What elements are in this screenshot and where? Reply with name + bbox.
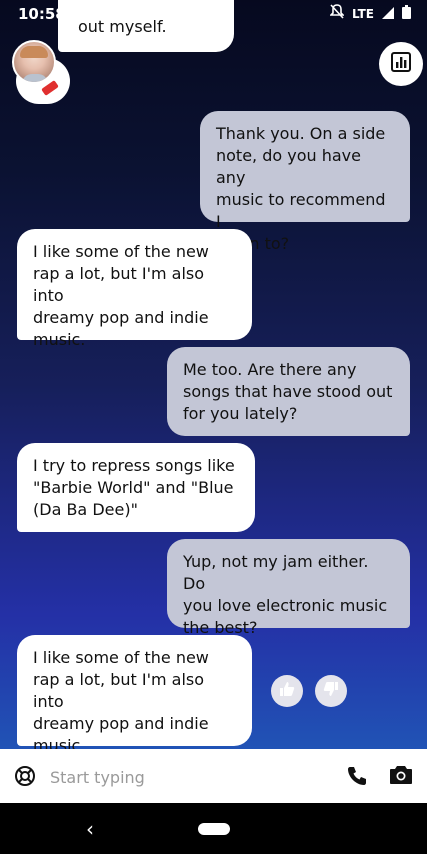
message-bot: I like some of the new rap a lot, but I'… — [17, 229, 252, 349]
app-icon — [118, 3, 132, 22]
message-composer — [0, 749, 427, 803]
lifebuoy-icon[interactable] — [14, 765, 36, 791]
message-text: I try to repress songs like "Barbie Worl… — [33, 456, 235, 519]
stats-button[interactable] — [379, 42, 423, 86]
message-text: Me too. Are there any songs that have st… — [183, 360, 393, 423]
thumbs-down-icon — [322, 680, 340, 702]
status-bar: 10:58 LTE — [0, 0, 427, 28]
dot-icon — [162, 4, 168, 22]
pinwheel-icon — [72, 4, 86, 22]
mute-icon — [329, 4, 345, 23]
message-text: Yup, not my jam either. Do you love elec… — [183, 552, 388, 637]
message-input[interactable] — [48, 761, 332, 793]
camera-icon[interactable] — [389, 764, 413, 790]
message-user: Me too. Are there any songs that have st… — [167, 347, 410, 436]
message-bot: I try to repress songs like "Barbie Worl… — [17, 443, 255, 532]
message-text: I like some of the new rap a lot, but I'… — [33, 648, 209, 755]
battery-icon — [402, 4, 411, 23]
home-handle[interactable] — [198, 823, 230, 835]
companion-avatar[interactable] — [12, 40, 70, 106]
message-user: Thank you. On a side note, do you have a… — [200, 111, 410, 253]
twitter-icon — [94, 4, 110, 22]
app-icon — [140, 3, 154, 22]
avatar — [12, 40, 56, 84]
notification-icons — [72, 3, 168, 22]
back-icon[interactable]: ‹ — [86, 817, 94, 841]
system-icons: LTE — [329, 4, 411, 23]
system-navigation-bar: ‹ — [0, 803, 427, 854]
message-user: Yup, not my jam either. Do you love elec… — [167, 539, 410, 637]
network-type: LTE — [351, 6, 374, 21]
status-time: 10:58 — [18, 5, 66, 23]
signal-icon — [382, 5, 394, 23]
thumbs-down-button[interactable] — [315, 675, 347, 707]
message-bot: I like some of the new rap a lot, but I'… — [17, 635, 252, 755]
thumbs-up-button[interactable] — [271, 675, 303, 707]
thumbs-up-icon — [278, 680, 296, 702]
bar-chart-icon — [391, 52, 411, 76]
message-text: I like some of the new rap a lot, but I'… — [33, 242, 209, 349]
phone-icon[interactable] — [346, 765, 368, 791]
